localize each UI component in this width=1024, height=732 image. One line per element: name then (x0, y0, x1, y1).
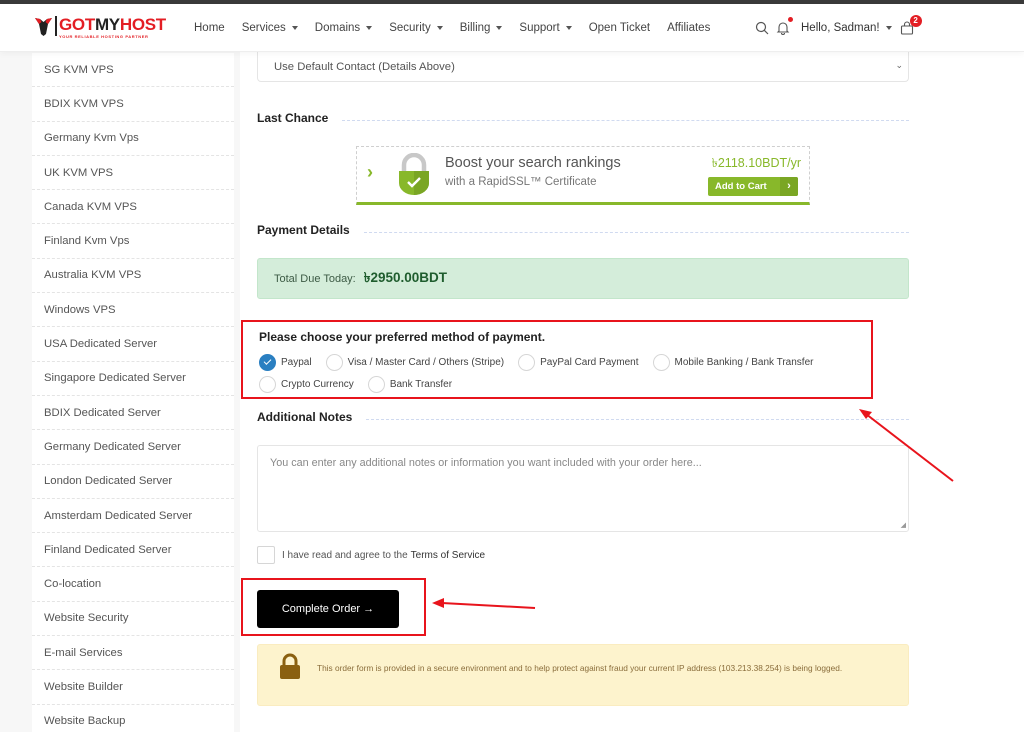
sidebar-item[interactable]: Co-location (32, 567, 234, 602)
sidebar-item[interactable]: Finland Kvm Vps (32, 224, 234, 259)
ssl-lock-icon (397, 152, 431, 200)
site-logo[interactable]: GOTMYHOST YOUR RELIABLE HOSTING PARTNER (35, 16, 166, 42)
sidebar-item[interactable]: Canada KVM VPS (32, 190, 234, 225)
sidebar-item[interactable]: E-mail Services (32, 636, 234, 671)
sidebar-item[interactable]: Singapore Dedicated Server (32, 362, 234, 396)
site-header: GOTMYHOST YOUR RELIABLE HOSTING PARTNER … (0, 4, 1024, 52)
sidebar-item[interactable]: Germany Dedicated Server (32, 430, 234, 465)
payment-option-paypal-card[interactable]: PayPal Card Payment (518, 351, 639, 373)
sidebar-item[interactable]: USA Dedicated Server (32, 327, 234, 362)
logo-divider (55, 16, 57, 36)
nav-services[interactable]: Services (242, 22, 298, 34)
ssl-headline: Boost your search rankings (445, 155, 621, 171)
radio-unchecked[interactable] (652, 353, 670, 371)
notes-placeholder: You can enter any additional notes or in… (270, 457, 702, 469)
ssl-subtitle: with a RapidSSL™ Certificate (445, 176, 597, 188)
payment-method-prompt: Please choose your preferred method of p… (259, 330, 546, 344)
payment-option-crypto[interactable]: Crypto Currency (259, 373, 354, 395)
logo-tagline: YOUR RELIABLE HOSTING PARTNER (59, 34, 149, 39)
arrow-to-complete-order (432, 598, 536, 609)
contact-select[interactable]: Use Default Contact (Details Above) ⌄ (257, 52, 909, 82)
sidebar-item[interactable]: Website Backup (32, 705, 234, 732)
payment-method-options: Paypal Visa / Master Card / Others (Stri… (259, 351, 869, 395)
total-due-label: Total Due Today: (274, 272, 356, 285)
logo-bull-icon (35, 16, 52, 36)
sidebar-item[interactable]: Germany Kvm Vps (32, 122, 234, 156)
secure-notice-text: This order form is provided in a secure … (317, 663, 843, 673)
nav-open-ticket[interactable]: Open Ticket (589, 22, 650, 34)
sidebar-item[interactable]: Website Security (32, 602, 234, 637)
radio-unchecked[interactable] (367, 375, 385, 393)
payment-option-bank-transfer[interactable]: Bank Transfer (367, 373, 452, 395)
chevron-down-icon: ⌄ (895, 60, 903, 70)
total-due-value: ৳2950.00BDT (363, 270, 448, 285)
bell-icon[interactable] (776, 17, 793, 35)
notes-textarea[interactable]: You can enter any additional notes or in… (257, 445, 909, 532)
cart-icon[interactable]: 2 (900, 15, 922, 35)
caret-down-icon (366, 26, 373, 30)
sidebar-item[interactable]: BDIX KVM VPS (32, 87, 234, 122)
nav-domains[interactable]: Domains (315, 22, 373, 34)
sidebar-item[interactable]: Amsterdam Dedicated Server (32, 499, 234, 534)
dashed-divider (366, 418, 909, 420)
payment-option-mobile-banking[interactable]: Mobile Banking / Bank Transfer (652, 351, 813, 373)
tos-checkbox[interactable] (257, 546, 275, 564)
chevron-right-icon: › (780, 177, 798, 196)
nav-billing[interactable]: Billing (460, 22, 503, 34)
secure-notice: This order form is provided in a secure … (257, 644, 909, 706)
sidebar-item[interactable]: Finland Dedicated Server (32, 533, 234, 568)
payment-details-heading: Payment Details (257, 222, 909, 238)
tos-link[interactable]: Terms of Service (411, 550, 485, 561)
caret-down-icon (291, 26, 298, 30)
radio-unchecked[interactable] (518, 353, 536, 371)
chevron-right-icon[interactable]: › (367, 162, 373, 183)
caret-down-icon (436, 26, 443, 30)
sidebar-item[interactable]: Website Builder (32, 670, 234, 705)
caret-down-icon (885, 26, 892, 30)
lock-icon (278, 653, 302, 686)
last-chance-heading: Last Chance (257, 110, 909, 126)
add-to-cart-button[interactable]: Add to Cart › (708, 177, 798, 196)
sidebar-item[interactable]: BDIX Dedicated Server (32, 396, 234, 431)
tos-agreement: I have read and agree to the Terms of Se… (257, 546, 485, 564)
tos-label: I have read and agree to the (282, 549, 408, 561)
sidebar: SG KVM VPS BDIX KVM VPS Germany Kvm Vps … (32, 53, 234, 732)
radio-checked[interactable] (259, 353, 276, 371)
nav-support[interactable]: Support (519, 22, 572, 34)
notification-dot (788, 17, 793, 22)
radio-unchecked[interactable] (325, 353, 343, 371)
user-menu[interactable]: Hello, Sadman! (801, 22, 892, 34)
cart-count-badge: 2 (909, 15, 922, 27)
caret-down-icon (496, 26, 503, 30)
radio-unchecked[interactable] (259, 375, 276, 393)
ssl-price: ৳2118.10BDT/yr (711, 156, 801, 170)
total-due-banner: Total Due Today: ৳2950.00BDT (257, 258, 909, 299)
main-nav: Home Services Domains Security Billing S… (194, 4, 727, 52)
dashed-divider (363, 231, 909, 233)
dashed-divider (342, 119, 909, 121)
sidebar-item[interactable]: Windows VPS (32, 293, 234, 328)
nav-affiliates[interactable]: Affiliates (667, 22, 710, 34)
sidebar-item[interactable]: UK KVM VPS (32, 156, 234, 191)
payment-option-paypal[interactable]: Paypal (259, 351, 312, 373)
ssl-upsell-card: › Boost your search rankings with a Rapi… (356, 146, 810, 205)
nav-home[interactable]: Home (194, 22, 225, 34)
caret-down-icon (565, 26, 572, 30)
payment-method-highlight: Please choose your preferred method of p… (241, 320, 873, 399)
logo-wordmark: GOTMYHOST (59, 15, 166, 34)
additional-notes-heading: Additional Notes (257, 409, 909, 425)
sidebar-item[interactable]: London Dedicated Server (32, 465, 234, 499)
search-icon[interactable] (755, 21, 769, 35)
sidebar-item[interactable]: SG KVM VPS (32, 53, 234, 88)
complete-order-button[interactable]: Complete Order → (257, 590, 399, 628)
resize-grip-icon[interactable]: ◢ (901, 521, 906, 529)
sidebar-item[interactable]: Australia KVM VPS (32, 259, 234, 294)
nav-security[interactable]: Security (389, 22, 443, 34)
payment-option-stripe[interactable]: Visa / Master Card / Others (Stripe) (325, 351, 504, 373)
contact-select-value: Use Default Contact (Details Above) (274, 60, 455, 73)
